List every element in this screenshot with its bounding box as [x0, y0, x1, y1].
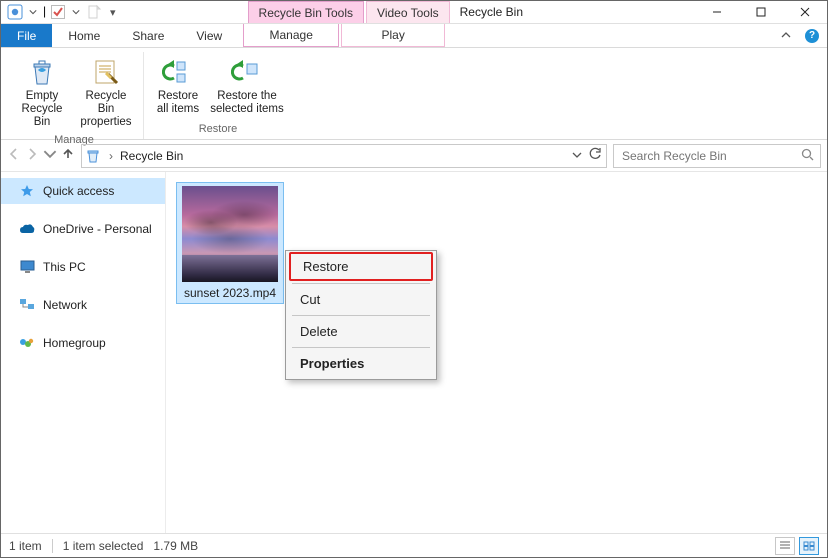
nav-back-button[interactable]: [7, 147, 21, 164]
search-icon[interactable]: [801, 148, 814, 164]
file-item[interactable]: sunset 2023.mp4: [176, 182, 284, 304]
breadcrumb-sep-icon[interactable]: ›: [106, 149, 116, 163]
address-bar[interactable]: › Recycle Bin: [81, 144, 607, 168]
context-tab-recycle[interactable]: Recycle Bin Tools: [248, 1, 365, 23]
file-list-pane[interactable]: sunset 2023.mp4: [166, 172, 827, 533]
qat-dropdown-icon[interactable]: [29, 8, 37, 16]
homegroup-icon: [19, 335, 35, 351]
help-icon[interactable]: ?: [805, 29, 819, 43]
restore-all-label: Restore all items: [157, 90, 199, 116]
address-dropdown-icon[interactable]: [572, 149, 582, 163]
empty-recycle-bin-label: Empty Recycle Bin: [13, 90, 71, 130]
file-thumbnail: [182, 186, 278, 282]
empty-recycle-bin-button[interactable]: Empty Recycle Bin: [11, 54, 73, 132]
sidebar-item-label: OneDrive - Personal: [43, 222, 152, 236]
view-thumbnails-button[interactable]: [799, 537, 819, 555]
restore-selected-icon: [231, 56, 263, 88]
file-name-label: sunset 2023.mp4: [184, 286, 276, 300]
window-controls: [695, 1, 827, 23]
monitor-icon: [19, 259, 35, 275]
view-details-button[interactable]: [775, 537, 795, 555]
ribbon-group-restore: Restore all items Restore the selected i…: [144, 52, 292, 139]
nav-recent-dropdown[interactable]: [43, 147, 57, 164]
qat-overflow[interactable]: ▾: [108, 6, 118, 19]
context-menu-restore[interactable]: Restore: [289, 252, 433, 281]
context-menu-properties[interactable]: Properties: [288, 350, 434, 377]
close-button[interactable]: [783, 1, 827, 23]
navigation-pane: Quick access OneDrive - Personal This PC…: [1, 172, 166, 533]
refresh-icon[interactable]: [588, 147, 602, 164]
navigation-bar: › Recycle Bin: [1, 140, 827, 172]
star-icon: [19, 183, 35, 199]
nav-forward-button[interactable]: [25, 147, 39, 164]
breadcrumb-location[interactable]: Recycle Bin: [120, 149, 183, 163]
tab-manage[interactable]: Manage: [243, 24, 339, 47]
network-icon: [19, 297, 35, 313]
maximize-button[interactable]: [739, 1, 783, 23]
sidebar-item-homegroup[interactable]: Homegroup: [1, 330, 165, 356]
nav-up-button[interactable]: [61, 147, 75, 164]
search-box[interactable]: [613, 144, 821, 168]
restore-selected-label: Restore the selected items: [210, 90, 284, 116]
search-input[interactable]: [620, 148, 795, 164]
context-menu-delete[interactable]: Delete: [288, 318, 434, 345]
sidebar-item-label: Quick access: [43, 184, 114, 198]
status-item-count: 1 item: [9, 539, 42, 553]
restore-all-button[interactable]: Restore all items: [150, 54, 206, 118]
status-selected-count: 1 item selected: [63, 539, 144, 553]
context-menu-cut[interactable]: Cut: [288, 286, 434, 313]
explorer-window: | ▾ Recycle Bin Tools Video Tools Recycl…: [0, 0, 828, 558]
context-menu-separator: [292, 283, 430, 284]
status-bar: 1 item 1 item selected 1.79 MB: [1, 533, 827, 557]
context-menu: Restore Cut Delete Properties: [285, 250, 437, 380]
tab-home[interactable]: Home: [52, 24, 116, 47]
restore-all-icon: [162, 56, 194, 88]
tab-view[interactable]: View: [180, 24, 238, 47]
sidebar-item-this-pc[interactable]: This PC: [1, 254, 165, 280]
recycle-bin-properties-button[interactable]: Recycle Bin properties: [75, 54, 137, 132]
status-selected-size: 1.79 MB: [153, 539, 198, 553]
cloud-icon: [19, 221, 35, 237]
quick-access-toolbar: | ▾: [1, 1, 124, 23]
sidebar-item-network[interactable]: Network: [1, 292, 165, 318]
ribbon-group-restore-label: Restore: [199, 121, 238, 137]
contextual-tab-labels: Recycle Bin Tools Video Tools: [248, 1, 450, 23]
tab-share[interactable]: Share: [116, 24, 180, 47]
sidebar-item-onedrive[interactable]: OneDrive - Personal: [1, 216, 165, 242]
sidebar-item-label: This PC: [43, 260, 86, 274]
recycle-bin-icon: [7, 4, 23, 20]
minimize-button[interactable]: [695, 1, 739, 23]
properties-icon[interactable]: [50, 4, 66, 20]
tab-file[interactable]: File: [1, 24, 52, 47]
recycle-bin-small-icon: [84, 147, 102, 165]
qat-dropdown2-icon[interactable]: [72, 8, 80, 16]
window-title: Recycle Bin: [450, 1, 695, 23]
title-bar: | ▾ Recycle Bin Tools Video Tools Recycl…: [1, 1, 827, 24]
ribbon-tab-strip: File Home Share View Manage Play ?: [1, 24, 827, 48]
context-tab-video[interactable]: Video Tools: [366, 1, 450, 23]
context-menu-separator: [292, 347, 430, 348]
sidebar-item-quick-access[interactable]: Quick access: [1, 178, 165, 204]
ribbon-group-manage: Empty Recycle Bin Recycle Bin properties…: [5, 52, 144, 139]
tab-play[interactable]: Play: [341, 24, 445, 47]
sidebar-item-label: Homegroup: [43, 336, 106, 350]
sidebar-item-label: Network: [43, 298, 87, 312]
new-doc-icon[interactable]: [86, 4, 102, 20]
ribbon: Empty Recycle Bin Recycle Bin properties…: [1, 48, 827, 140]
restore-selected-button[interactable]: Restore the selected items: [208, 54, 286, 118]
recycle-bin-properties-label: Recycle Bin properties: [77, 90, 135, 130]
context-menu-separator: [292, 315, 430, 316]
properties-large-icon: [90, 56, 122, 88]
ribbon-collapse-icon[interactable]: [781, 29, 791, 43]
recycle-bin-large-icon: [26, 56, 58, 88]
